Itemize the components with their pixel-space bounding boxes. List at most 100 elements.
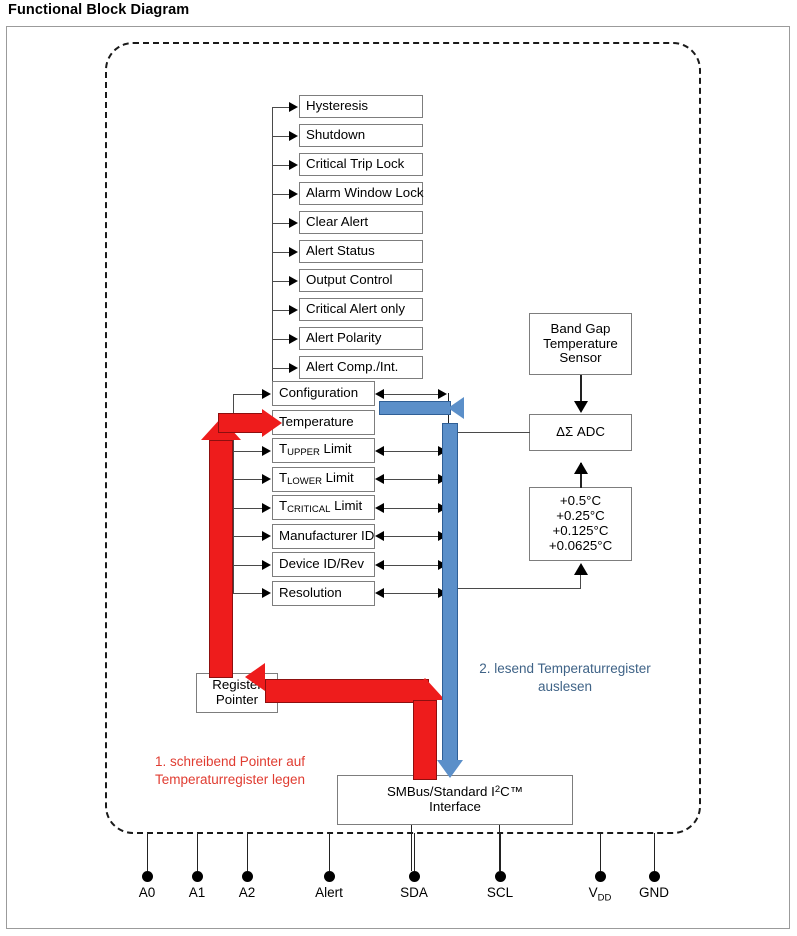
config-bit-feeder-line	[272, 251, 290, 253]
band-gap-line3: Sensor	[559, 350, 602, 366]
register-bus-left-arrowhead	[375, 388, 384, 399]
config-bit-feeder-line	[272, 193, 290, 195]
pin-dot	[409, 871, 420, 882]
register-bus-left-arrowhead	[375, 502, 384, 513]
register-bus-line	[384, 479, 439, 480]
config-bit-label: Alert Polarity	[306, 330, 382, 346]
register-bus-line	[384, 450, 439, 452]
write-flow-pointer-up-body	[209, 440, 233, 678]
register-box: TUPPER Limit	[272, 438, 375, 463]
resolution-reg-vertical-line	[580, 575, 581, 589]
resolution-value-3: +0.0625°C	[548, 537, 613, 553]
config-bit-arrowhead	[289, 159, 298, 170]
band-gap-line1: Band Gap	[550, 320, 611, 336]
config-bit-box: Clear Alert	[299, 211, 423, 234]
pin-dot	[324, 871, 335, 882]
config-bit-label: Alert Comp./Int.	[306, 359, 399, 375]
register-label: Configuration	[279, 385, 359, 401]
config-bit-arrowhead	[289, 246, 298, 257]
interface-sda-line	[411, 825, 412, 871]
register-pointer-arrowhead	[262, 531, 271, 541]
register-label: TUPPER Limit	[279, 441, 352, 459]
config-bit-box: Alarm Window Lock	[299, 182, 424, 205]
register-label: Temperature	[279, 413, 354, 429]
config-bit-feeder-line	[272, 222, 290, 224]
register-bus-right-arrowhead	[438, 388, 447, 399]
pin-lead-line	[147, 833, 148, 871]
config-bit-feeder-line	[272, 164, 290, 166]
band-gap-line2: Temperature	[543, 335, 618, 351]
config-bit-arrowhead	[289, 188, 298, 199]
write-flow-up-head	[405, 678, 445, 700]
resolution-value-2: +0.125°C	[552, 523, 609, 538]
band-gap-temperature-sensor-block: Band Gap Temperature Sensor	[529, 313, 632, 375]
config-bit-box: Shutdown	[299, 124, 423, 147]
config-bit-arrowhead	[289, 101, 298, 112]
pin-label: SCL	[486, 885, 514, 900]
config-bit-label: Critical Trip Lock	[306, 156, 405, 172]
config-bit-feeder-line	[272, 367, 290, 369]
register-bus-left-arrowhead	[375, 445, 384, 456]
register-pointer-line2: Pointer	[215, 692, 259, 707]
annotation-step2: 2. lesend Temperaturregister auslesen	[479, 661, 651, 695]
config-bit-feeder-line	[272, 280, 290, 282]
write-flow-temp-body	[218, 413, 264, 433]
register-box: TLOWER Limit	[272, 466, 375, 492]
register-bus-line	[384, 564, 439, 566]
register-pointer-arrowhead	[262, 474, 271, 484]
delta-sigma-adc-block: ΔΣ ADC	[529, 414, 632, 451]
register-bus-left-arrowhead	[375, 531, 384, 541]
config-bit-feeder-line	[272, 135, 290, 137]
adc-to-register-bus-line	[448, 432, 530, 433]
register-pointer-feeder-line	[233, 536, 263, 537]
register-pointer-arrowhead	[262, 388, 271, 399]
interface-line2: Interface	[429, 799, 481, 814]
register-box: Configuration	[272, 381, 375, 406]
write-flow-temp-head	[262, 409, 282, 437]
pin-dot	[192, 871, 203, 882]
pin-lead-line	[414, 833, 415, 871]
smbus-i2c-interface-block: SMBus/Standard I2C™ Interface	[337, 775, 573, 825]
config-bit-arrowhead	[289, 333, 298, 344]
register-label: TLOWER Limit	[279, 469, 354, 487]
config-bit-feeder-line	[272, 106, 290, 108]
annotation-step1: 1. schreibend Pointer auf Temperaturregi…	[154, 754, 306, 788]
register-bus-left-arrowhead	[375, 559, 384, 570]
config-bit-arrowhead	[289, 130, 298, 141]
pin-lead-line	[500, 833, 501, 871]
register-box: Device ID/Rev	[272, 552, 375, 577]
register-pointer-arrowhead	[262, 502, 271, 513]
read-flow-down-head	[437, 760, 463, 778]
resolution-value-1: +0.25°C	[556, 508, 605, 524]
pin-lead-line	[329, 833, 330, 871]
pin-lead-line	[600, 833, 601, 871]
register-pointer-feeder-line	[233, 450, 263, 452]
page-title: Functional Block Diagram	[8, 2, 190, 18]
register-box: Resolution	[272, 580, 375, 606]
config-bit-box: Alert Polarity	[299, 327, 423, 350]
register-pointer-arrowhead	[262, 445, 271, 456]
register-pointer-arrowhead	[262, 559, 271, 570]
interface-line1: SMBus/Standard I2C™	[386, 784, 524, 800]
config-bit-label: Clear Alert	[306, 214, 369, 230]
pin-label: A2	[238, 885, 256, 900]
configuration-to-bits-connector	[272, 367, 273, 381]
register-box: TCRITICAL Limit	[272, 495, 375, 520]
adc-label: ΔΣ ADC	[556, 424, 605, 440]
register-bus-line	[384, 593, 439, 594]
config-bit-arrowhead	[289, 304, 298, 315]
write-flow-up-body	[413, 700, 437, 780]
register-pointer-feeder-line	[233, 393, 263, 395]
register-label: TCRITICAL Limit	[279, 498, 363, 516]
register-box: Temperature	[272, 409, 375, 435]
pin-label: GND	[639, 885, 669, 900]
pin-label: Alert	[315, 885, 343, 900]
register-bus-line	[384, 393, 439, 395]
register-label: Manufacturer ID	[279, 527, 375, 543]
config-bit-label: Alarm Window Lock	[306, 185, 424, 201]
pin-dot	[649, 871, 660, 882]
register-bus-line	[384, 536, 439, 537]
config-bit-box: Critical Trip Lock	[299, 153, 423, 176]
config-bit-box: Alert Comp./Int.	[299, 356, 423, 379]
register-label: Resolution	[279, 584, 342, 600]
